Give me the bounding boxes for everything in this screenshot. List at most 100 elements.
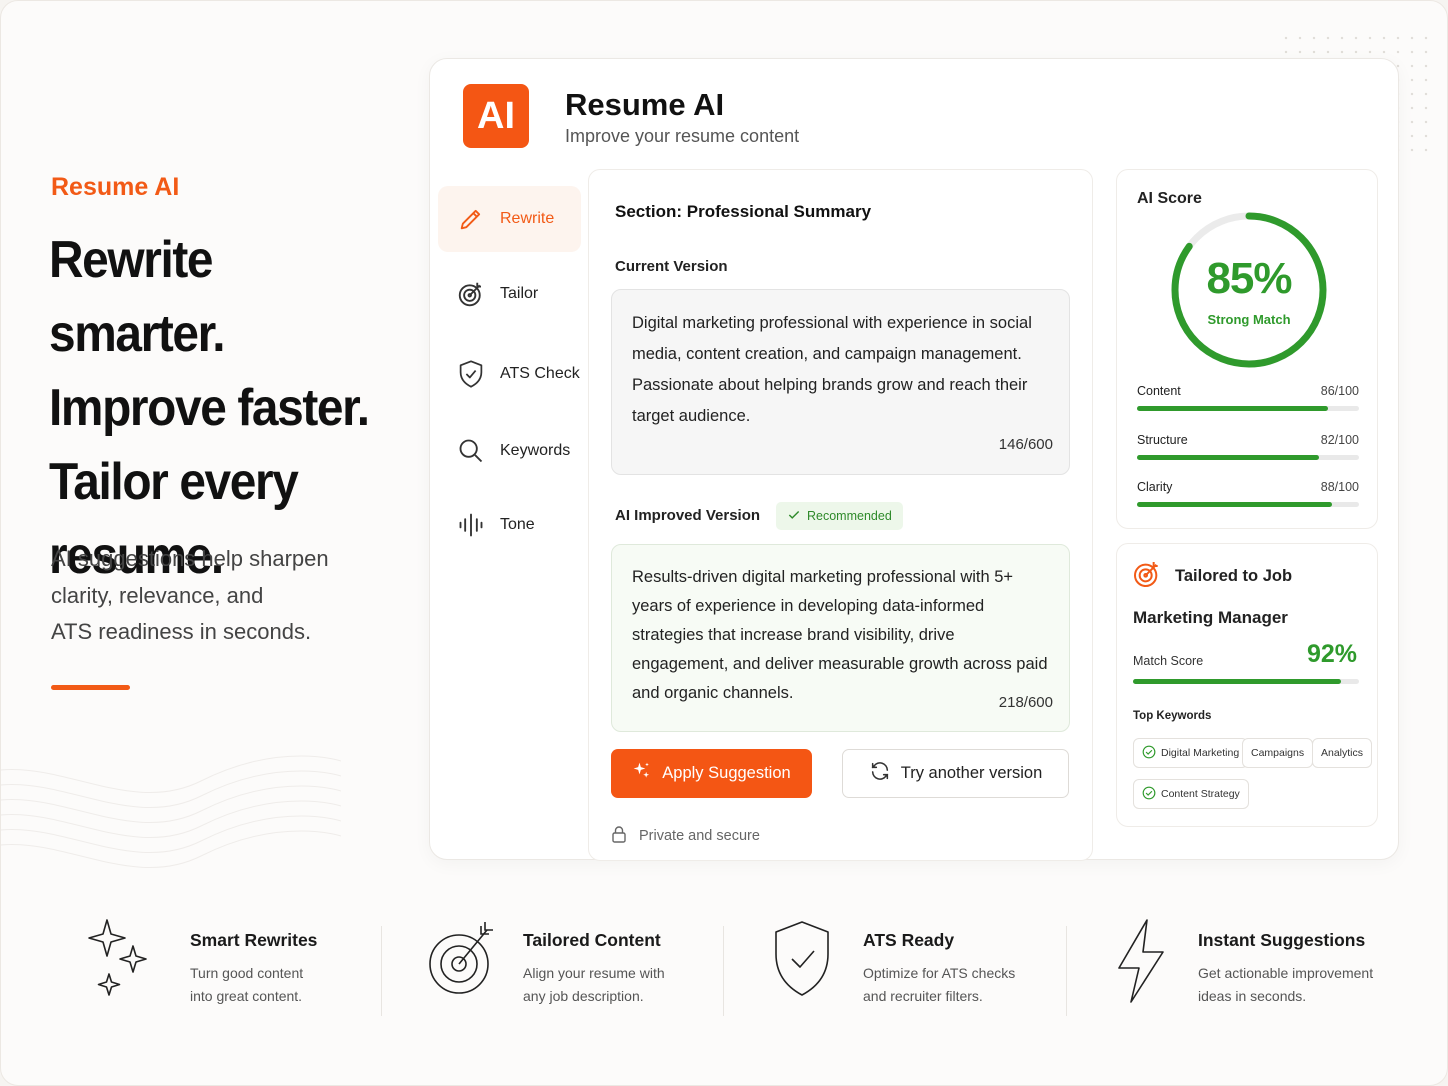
feature-divider: [381, 926, 382, 1016]
try-another-version-label: Try another version: [900, 764, 1043, 782]
recommended-label: Recommended: [807, 509, 892, 523]
tailored-job-card: Tailored to Job Marketing Manager Match …: [1116, 543, 1378, 827]
feature-instant-suggestions: Instant Suggestions Get actionable impro…: [1113, 916, 1413, 1016]
check-circle-icon: [1142, 786, 1156, 803]
feature-description-line: Optimize for ATS checks: [863, 965, 1016, 981]
feature-description: Get actionable improvement ideas in seco…: [1198, 962, 1398, 1008]
check-circle-icon: [1142, 745, 1156, 762]
feature-description-line: ideas in seconds.: [1198, 988, 1307, 1004]
apply-suggestion-label: Apply Suggestion: [662, 764, 791, 782]
score-value: 85%: [1206, 254, 1292, 303]
tailored-job-heading: Tailored to Job: [1175, 567, 1293, 585]
headline-line-2: Improve faster.: [49, 379, 370, 437]
refresh-icon: [869, 760, 891, 787]
feature-description-line: Align your resume with: [523, 965, 665, 981]
sidebar-item-label: Keywords: [500, 442, 571, 459]
current-text: Digital marketing professional with expe…: [632, 314, 1032, 425]
match-score-bar-fill: [1133, 679, 1341, 684]
metric-bar: [1137, 455, 1359, 460]
search-icon: [454, 434, 488, 468]
sidebar-item-label: Tone: [500, 516, 535, 533]
top-keywords-label: Top Keywords: [1133, 710, 1212, 722]
job-title: Marketing Manager: [1133, 608, 1288, 627]
hero-brand: Resume AI: [51, 173, 180, 201]
match-score-bar: [1133, 679, 1359, 684]
shield-check-icon: [454, 357, 488, 391]
feature-description-line: into great content.: [190, 988, 303, 1004]
hero-subtitle-line-3: ATS readiness in seconds.: [51, 619, 312, 644]
sidebar-item-label: Tailor: [500, 285, 539, 302]
page: Resume AI Rewrite smarter. Improve faste…: [0, 0, 1448, 1086]
improved-version-text[interactable]: Results-driven digital marketing profess…: [611, 544, 1070, 732]
sidebar-item-label: Rewrite: [500, 210, 555, 227]
metric-name: Structure: [1137, 433, 1188, 447]
recommended-badge: Recommended: [776, 502, 903, 530]
feature-description-line: and recruiter filters.: [863, 988, 983, 1004]
current-version-text[interactable]: Digital marketing professional with expe…: [611, 289, 1070, 475]
hero-subtitle-line-2: clarity, relevance, and: [51, 582, 264, 608]
keyword-chip[interactable]: Content Strategy: [1133, 779, 1249, 809]
feature-description: Align your resume with any job descripti…: [523, 962, 723, 1008]
feature-title: Instant Suggestions: [1198, 930, 1366, 950]
apply-suggestion-button[interactable]: Apply Suggestion: [611, 749, 812, 798]
feature-description: Turn good content into great content.: [190, 962, 390, 1008]
metric-value: 82/100: [1320, 433, 1359, 447]
app-logo: AI: [463, 84, 529, 148]
keyword-chip[interactable]: Digital Marketing: [1133, 738, 1249, 768]
ai-score-card: AI Score 85% Strong Match Content 86/100 …: [1116, 169, 1378, 529]
pencil-icon: [454, 202, 488, 236]
ai-score-title: AI Score: [1137, 190, 1202, 207]
keyword-chip[interactable]: Analytics: [1312, 738, 1373, 768]
current-char-count: 146/600: [998, 436, 1053, 453]
sidebar-item-keywords[interactable]: Keywords: [438, 418, 581, 484]
metric-value: 88/100: [1320, 480, 1359, 494]
keyword-label: Analytics: [1321, 747, 1364, 759]
improved-text: Results-driven digital marketing profess…: [632, 568, 1048, 702]
sidebar-item-label: ATS Check: [500, 365, 580, 382]
target-icon: [454, 277, 488, 311]
target-arrow-icon: [429, 922, 493, 994]
metric-bar-fill: [1137, 455, 1320, 460]
feature-tailored-content: Tailored Content Align your resume with …: [425, 916, 715, 1016]
sparkles-icon: [88, 919, 147, 996]
sparkles-icon: [632, 761, 652, 786]
decorative-wave: [1, 755, 341, 869]
privacy-note: Private and secure: [611, 825, 760, 847]
keyword-label: Campaigns: [1251, 747, 1305, 759]
metric-bar: [1137, 406, 1359, 411]
lock-icon: [611, 825, 627, 847]
hero-accent-line: [51, 685, 130, 690]
tailored-job-header: Tailored to Job: [1131, 558, 1292, 595]
score-status: Strong Match: [1207, 312, 1291, 327]
metric-value: 86/100: [1320, 384, 1359, 398]
sidebar-item-rewrite[interactable]: Rewrite: [438, 186, 581, 252]
check-icon: [787, 508, 801, 525]
headline-line-1: Rewrite smarter.: [49, 231, 226, 363]
app-title: Resume AI: [565, 87, 725, 122]
feature-description-line: Turn good content: [190, 965, 304, 981]
sidebar-item-tone[interactable]: Tone: [438, 492, 581, 558]
try-another-version-button[interactable]: Try another version: [842, 749, 1069, 798]
sidebar-item-tailor[interactable]: Tailor: [438, 261, 581, 327]
feature-divider: [723, 926, 724, 1016]
keyword-chip[interactable]: Campaigns: [1242, 738, 1314, 768]
metric-bar-fill: [1137, 406, 1328, 411]
app-card: AI Resume AI Improve your resume content…: [429, 58, 1399, 861]
metric-bar-fill: [1137, 502, 1333, 507]
target-icon: [1131, 558, 1163, 595]
metric-name: Content: [1137, 384, 1181, 398]
app-subtitle: Improve your resume content: [565, 126, 800, 146]
metric-bar: [1137, 502, 1359, 507]
metric-clarity: Clarity 88/100: [1137, 480, 1359, 507]
metric-name: Clarity: [1137, 480, 1173, 494]
feature-description-line: any job description.: [523, 988, 644, 1004]
match-score-value: 92%: [1306, 640, 1357, 668]
improved-char-count: 218/600: [998, 694, 1053, 711]
lightning-icon: [1118, 919, 1164, 1003]
sidebar-item-ats-check[interactable]: ATS Check: [438, 341, 581, 407]
feature-description-line: Get actionable improvement: [1198, 965, 1374, 981]
improved-version-label: AI Improved Version: [615, 507, 761, 524]
metric-structure: Structure 82/100: [1137, 433, 1359, 460]
shield-check-icon: [775, 921, 829, 996]
hero-headline: Rewrite smarter. Improve faster. Tailor …: [49, 223, 409, 593]
